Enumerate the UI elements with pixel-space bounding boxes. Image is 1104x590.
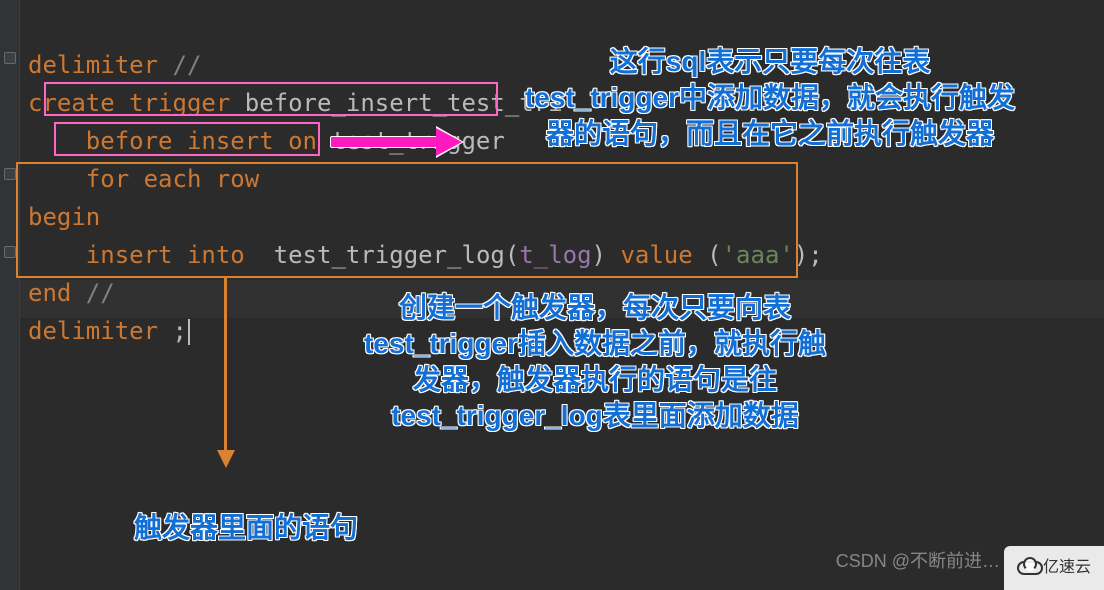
annotation-top-right: 这行sql表示只要每次往表 test_trigger中添加数据，就会执行触发器的… (520, 44, 1020, 152)
watermark-yisu: 亿速云 (1004, 546, 1104, 590)
keyword-end: end (28, 279, 71, 307)
delimiter-semicolon: ; (158, 317, 187, 345)
keyword-delimiter: delimiter (28, 51, 158, 79)
anno-bold: test_trigger (364, 328, 518, 359)
anno-text: 表里面添加数据 (603, 400, 799, 431)
anno-bold: test_trigger (525, 82, 679, 113)
highlight-box-trigger-body (16, 162, 798, 278)
delimiter-symbol: // (71, 279, 114, 307)
editor-gutter (0, 0, 20, 590)
arrow-down-icon (224, 278, 228, 458)
fold-marker-icon (4, 246, 16, 258)
annotation-middle: 创建一个触发器，每次只要向表 test_trigger插入数据之前，就执行触发器… (350, 290, 840, 434)
anno-bold: sql (666, 46, 706, 77)
annotation-bottom-left: 触发器里面的语句 (134, 510, 358, 546)
cloud-icon (1017, 561, 1039, 575)
watermark-csdn: CSDN @不断前进… (836, 542, 1000, 580)
watermark-yisu-text: 亿速云 (1043, 549, 1091, 587)
fold-marker-icon (4, 52, 16, 64)
text-caret (188, 319, 190, 345)
anno-text: 这行 (610, 46, 666, 77)
anno-text: 表示只要每次往表 (706, 46, 930, 77)
arrow-right-icon (330, 132, 450, 152)
anno-text: 创建一个触发器，每次只要向表 (399, 292, 791, 323)
fold-marker-icon (4, 168, 16, 180)
anno-text: 触发器里面的语句 (134, 512, 358, 543)
keyword-delimiter: delimiter (28, 317, 158, 345)
delimiter-symbol: // (158, 51, 201, 79)
highlight-box-before-insert (44, 82, 498, 116)
highlight-box-for-each-row (54, 122, 320, 156)
punct: ); (794, 241, 823, 269)
anno-bold: test_trigger_log (391, 400, 603, 431)
